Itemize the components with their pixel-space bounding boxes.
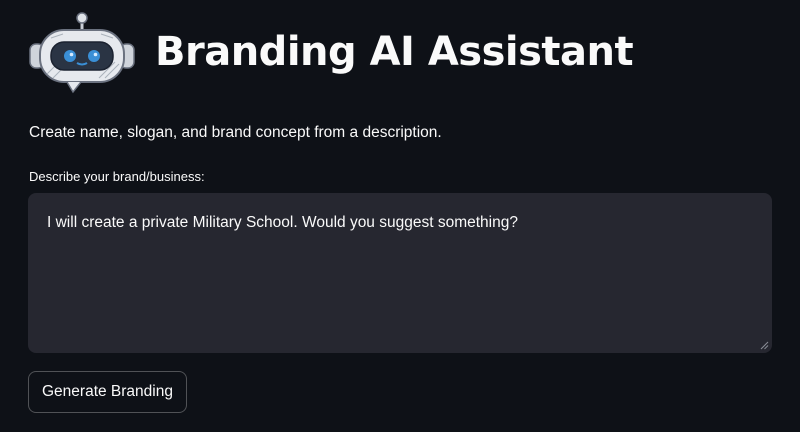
brand-description-value: I will create a private Military School.… bbox=[47, 214, 518, 231]
robot-icon bbox=[29, 12, 135, 94]
brand-description-label: Describe your brand/business: bbox=[29, 169, 205, 184]
resize-handle-icon[interactable] bbox=[759, 340, 769, 350]
brand-description-textarea[interactable]: I will create a private Military School.… bbox=[28, 193, 772, 353]
app-header: Branding AI Assistant bbox=[27, 8, 634, 96]
generate-branding-button[interactable]: Generate Branding bbox=[28, 371, 187, 413]
page-subtitle: Create name, slogan, and brand concept f… bbox=[29, 124, 442, 141]
page-title: Branding AI Assistant bbox=[155, 29, 634, 75]
